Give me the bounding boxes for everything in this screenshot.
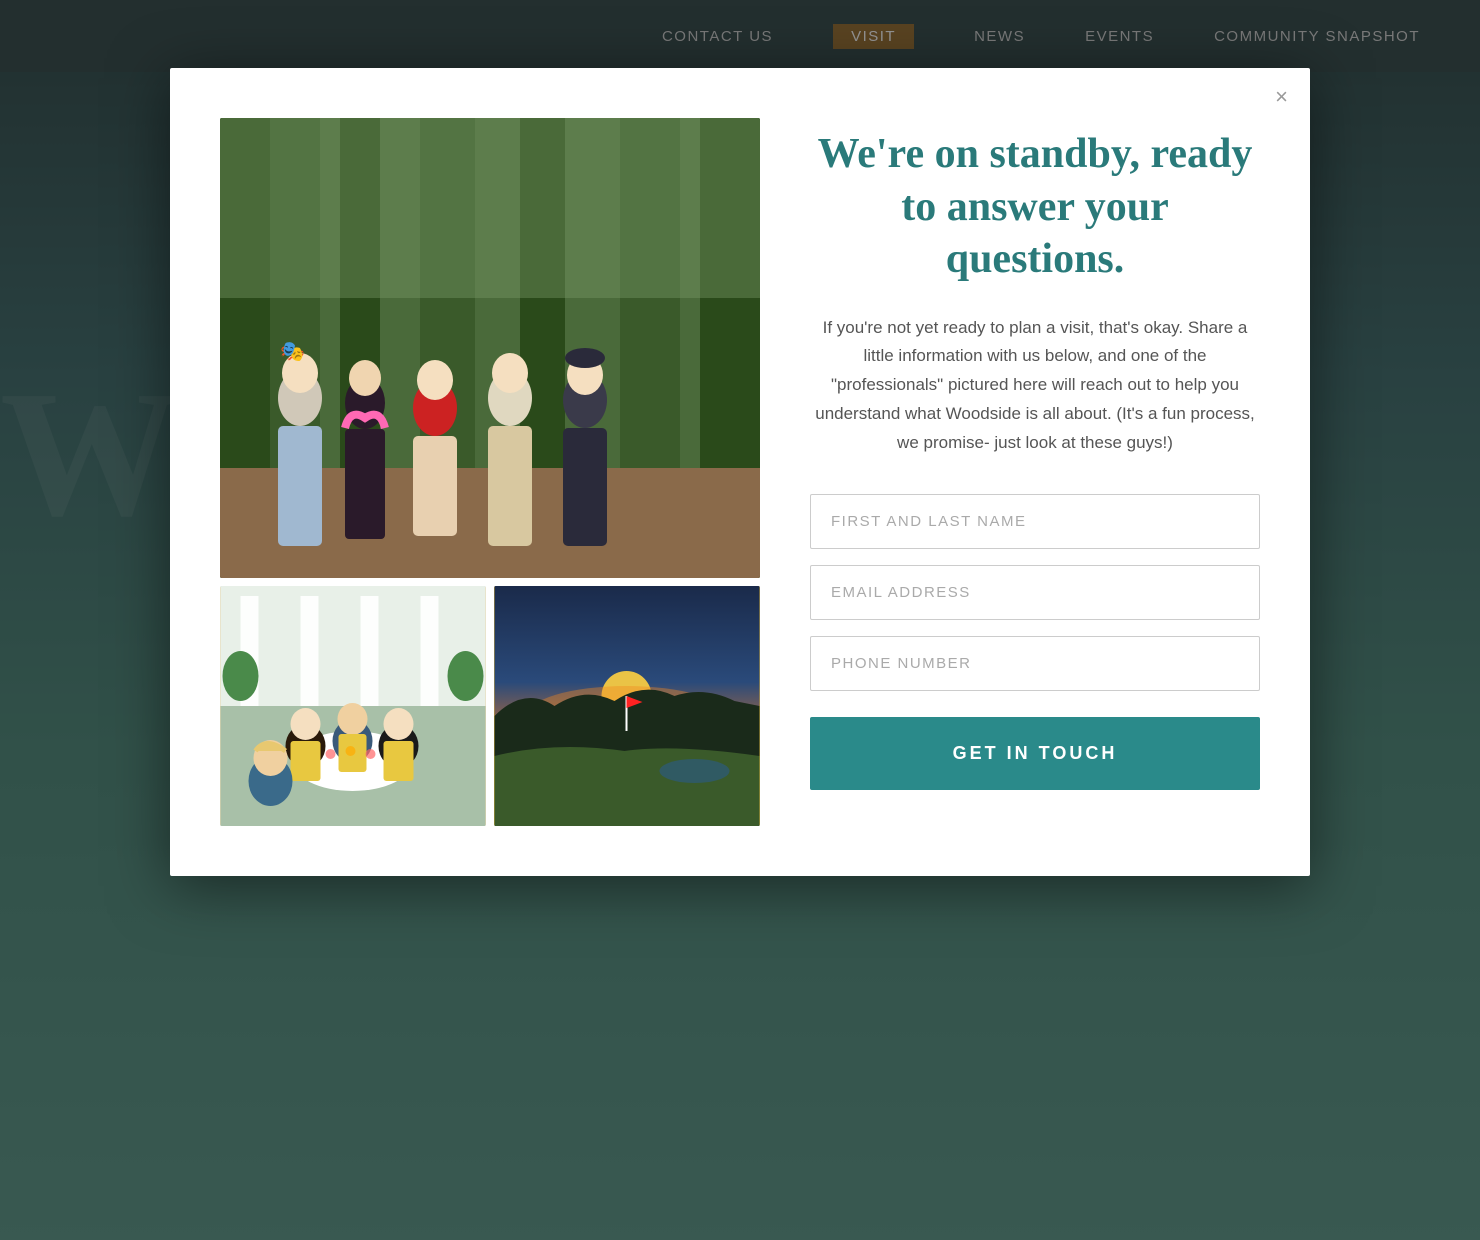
email-input[interactable]: [810, 565, 1260, 620]
golf-course-photo: [494, 586, 760, 826]
name-field-group: [810, 494, 1260, 549]
close-button[interactable]: ×: [1275, 86, 1288, 108]
modal-headline: We're on standby, ready to answer your q…: [810, 128, 1260, 286]
modal-dialog: ×: [170, 68, 1310, 876]
svg-text:🎭: 🎭: [280, 341, 305, 363]
get-in-touch-button[interactable]: GET IN TOUCH: [810, 717, 1260, 790]
bottom-images: [220, 586, 760, 826]
modal-form-area: We're on standby, ready to answer your q…: [810, 118, 1260, 826]
modal-body-text: If you're not yet ready to plan a visit,…: [810, 314, 1260, 458]
phone-input[interactable]: [810, 636, 1260, 691]
group-photo: 🎭: [220, 118, 760, 578]
phone-field-group: [810, 636, 1260, 691]
modal-images: 🎭: [220, 118, 760, 826]
name-input[interactable]: [810, 494, 1260, 549]
dining-photo: [220, 586, 486, 826]
email-field-group: [810, 565, 1260, 620]
